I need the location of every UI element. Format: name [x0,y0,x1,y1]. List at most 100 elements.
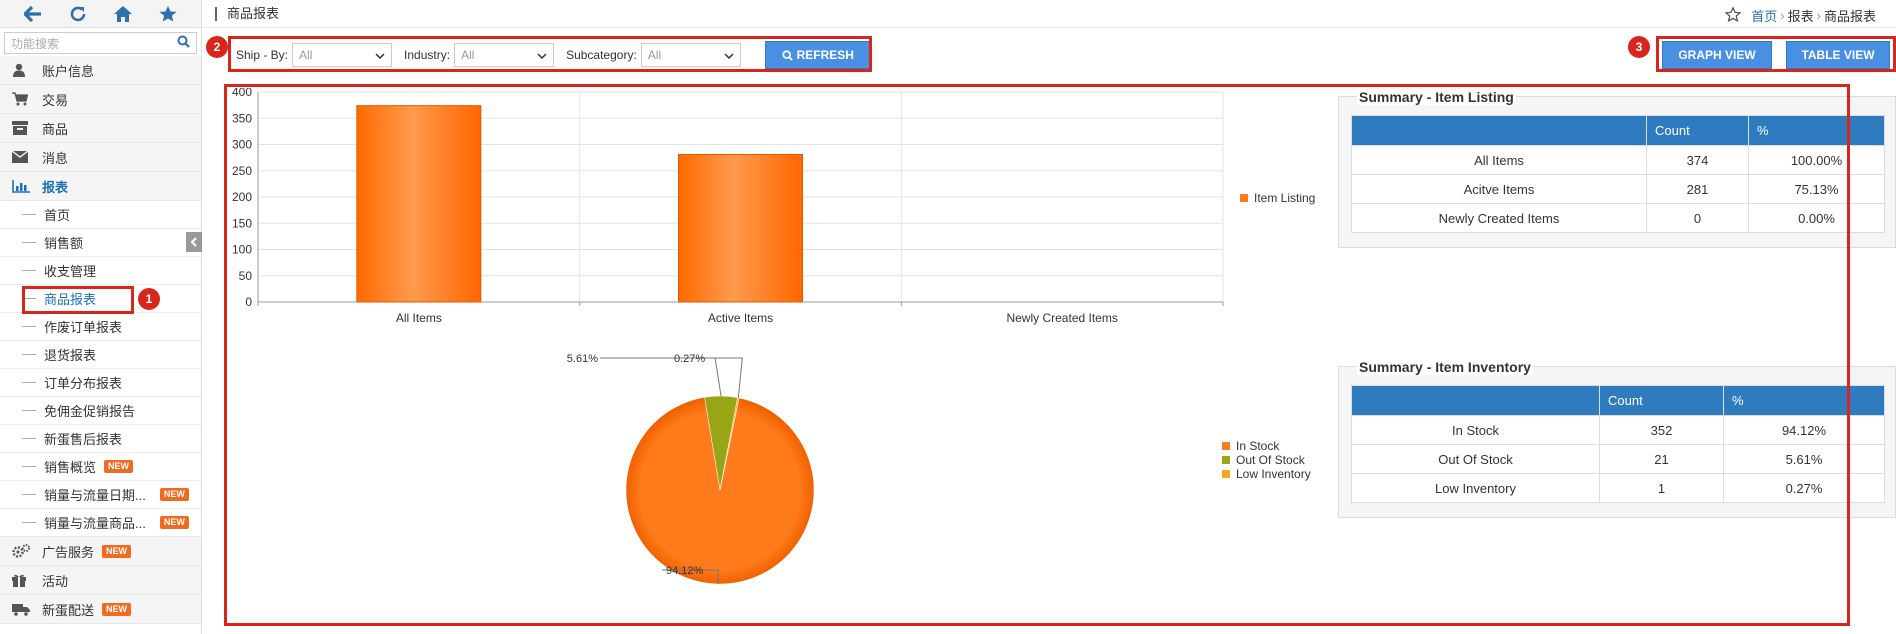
table-row: Acitve Items 281 75.13% [1351,174,1885,204]
annotation-number-1: 1 [138,288,160,310]
table-cell: Low Inventory [1351,473,1600,503]
submenu-item-product-report[interactable]: 商品报表 [0,285,201,313]
table-cell: 281 [1646,174,1749,204]
tree-line [22,354,36,355]
table-header-row: Count % [1351,115,1885,146]
page-title: 商品报表 [215,6,279,21]
bar [678,153,803,303]
bookmark-star-icon[interactable] [1724,5,1742,25]
column-header: % [1748,115,1885,146]
column-header: Count [1646,115,1749,146]
table-row: Low Inventory 1 0.27% [1351,473,1885,503]
breadcrumb-parent[interactable]: 报表 [1788,6,1814,25]
legend-swatch [1222,442,1230,450]
home-icon[interactable] [109,0,137,28]
legend-swatch [1222,470,1230,478]
menu-item-activities[interactable]: 活动 [0,566,201,595]
back-arrow-icon[interactable] [19,0,47,28]
submenu-label: 免佣金促销报告 [44,404,136,419]
submenu-item-returns[interactable]: 退货报表 [0,341,201,369]
tree-line [22,522,36,523]
tree-line [22,410,36,411]
refresh-button[interactable]: REFRESH [764,41,871,69]
envelope-icon [12,151,32,163]
cart-icon [12,92,32,106]
y-tick-label: 0 [245,295,252,309]
table-view-button[interactable]: TABLE VIEW [1786,41,1890,69]
tree-line [22,438,36,439]
industry-value: All [461,48,475,62]
function-search-input[interactable]: 功能搜索 [4,32,197,54]
x-tick-label: Active Items [708,311,773,325]
refresh-icon[interactable] [64,0,92,28]
ship-by-select[interactable]: All [292,43,393,67]
ship-by-label: Ship - By: [236,48,289,62]
industry-label: Industry: [404,48,451,62]
table-row: Newly Created Items 0 0.00% [1351,203,1885,233]
search-icon[interactable] [177,35,190,51]
menu-item-ad-service[interactable]: 广告服务 NEW [0,537,201,566]
gears-icon [12,544,32,558]
menu-item-products[interactable]: 商品 [0,114,201,143]
table-cell: 1 [1599,473,1724,503]
item-listing-chart-panel: 0 50 100 150 200 250 300 350 400 All Items Active … [228,85,1328,330]
tree-line [22,382,36,383]
submenu-label: 商品报表 [44,292,97,307]
submenu-item-commission-free-promo[interactable]: 免佣金促销报告 [0,397,201,425]
submenu-label: 作废订单报表 [44,320,123,335]
submenu-item-sales[interactable]: 销售额 [0,229,201,257]
subcategory-value: All [647,48,662,62]
submenu-label: 销量与流量日期... [44,488,146,503]
submenu-label: 销售额 [44,236,84,251]
bar-chart-icon [12,179,32,193]
menu-item-reports[interactable]: 报表 [0,172,201,201]
menu-item-newegg-delivery[interactable]: 新蛋配送 NEW [0,595,201,624]
submenu-item-void-orders[interactable]: 作废订单报表 [0,313,201,341]
menu-label: 消息 [42,150,69,166]
graph-view-button[interactable]: GRAPH VIEW [1662,41,1772,69]
subcategory-select[interactable]: All [640,43,741,67]
breadcrumb-home-link[interactable]: 首页 [1751,6,1777,25]
menu-label: 商品 [42,121,69,137]
y-tick-label: 250 [232,164,252,178]
gift-icon [12,573,32,587]
summary-item-listing: Summary - Item Listing Count % All Items… [1338,89,1896,248]
new-badge: NEW [102,544,132,558]
industry-select[interactable]: All [454,43,555,67]
tree-line [22,326,36,327]
new-badge: NEW [159,516,189,529]
submenu-label: 首页 [44,208,71,223]
sidebar-toolbar [0,0,201,28]
sidebar: 功能搜索 账户信息 交易 商品 消息 报表 首页 销售额 收支管理 商品报表 作… [0,0,202,634]
table-cell: 100.00% [1748,145,1885,175]
submenu-item-order-distribution[interactable]: 订单分布报表 [0,369,201,397]
menu-label: 活动 [42,573,69,589]
menu-item-trade[interactable]: 交易 [0,85,201,114]
table-cell: 5.61% [1723,444,1885,474]
table-cell: 21 [1599,444,1724,474]
menu-item-messages[interactable]: 消息 [0,143,201,172]
table-view-label: TABLE VIEW [1801,48,1875,62]
table-cell: 75.13% [1748,174,1885,204]
submenu-item-sales-overview[interactable]: 销售概览 NEW [0,453,201,481]
star-icon[interactable] [154,0,182,28]
table-cell: 0 [1646,203,1749,233]
sidebar-collapse-toggle[interactable] [186,232,202,252]
pie-data-label: 5.61% [567,353,598,365]
y-tick-label: 150 [232,216,252,230]
submenu-item-after-sales[interactable]: 新蛋售后报表 [0,425,201,453]
annotation-number-3: 3 [1628,36,1650,58]
menu-item-account[interactable]: 账户信息 [0,56,201,85]
submenu-item-income-expense[interactable]: 收支管理 [0,257,201,285]
table-row: In Stock 352 94.12% [1351,415,1885,445]
column-header: % [1723,385,1885,416]
submenu-label: 销售概览 [44,460,97,475]
subcategory-label: Subcategory: [566,48,637,62]
submenu-item-traffic-by-date[interactable]: 销量与流量日期... NEW [0,481,201,509]
new-badge: NEW [102,602,132,616]
tree-line [22,214,36,215]
table-cell: Acitve Items [1351,174,1647,204]
summary-item-inventory-table: Count % In Stock 352 94.12% Out Of Stock 21… [1351,385,1885,503]
submenu-item-traffic-by-product[interactable]: 销量与流量商品... NEW [0,509,201,537]
submenu-item-home[interactable]: 首页 [0,201,201,229]
